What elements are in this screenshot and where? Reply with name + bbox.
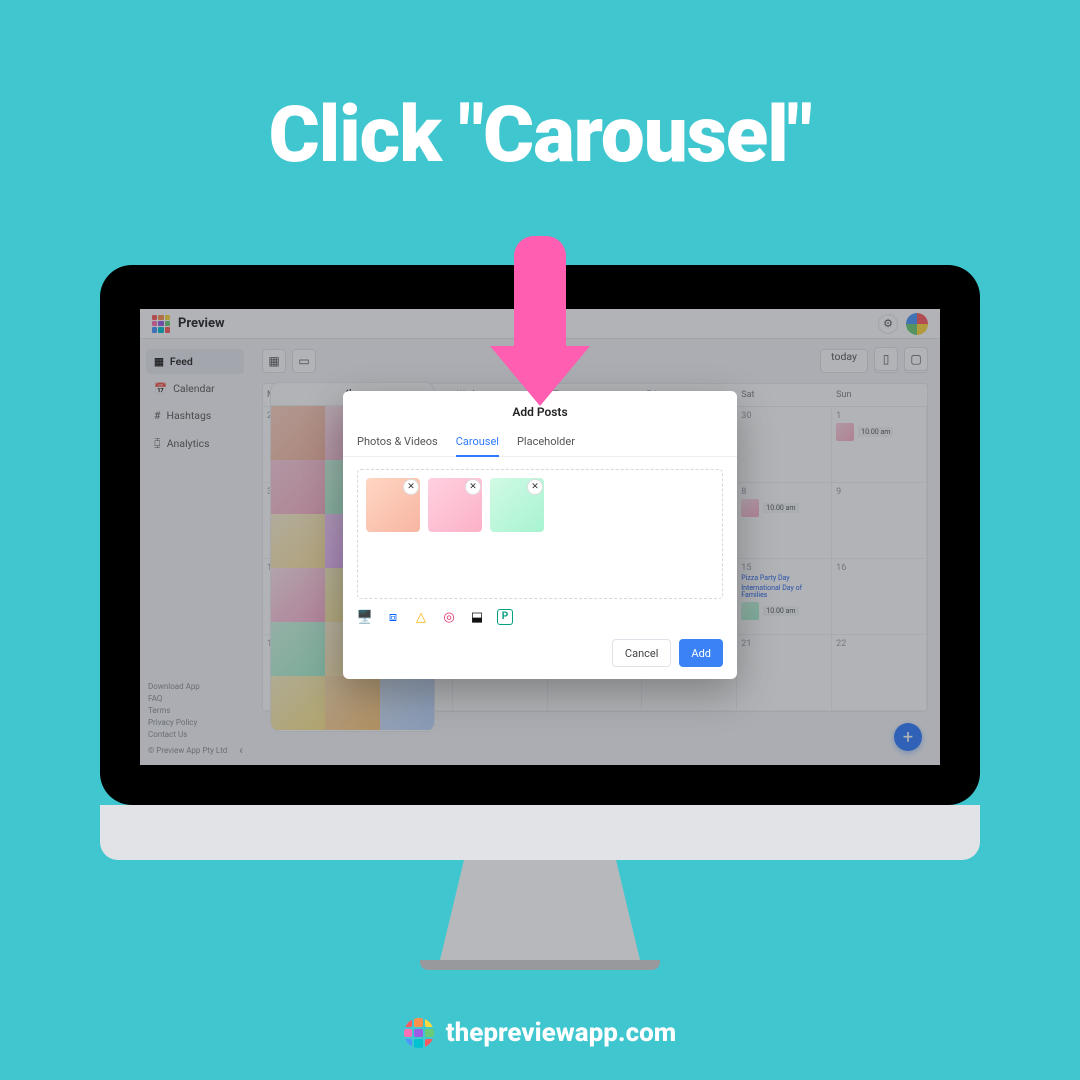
selected-image[interactable]: ✕ xyxy=(428,478,482,532)
view-grid-button[interactable]: ▦ xyxy=(262,349,286,373)
calendar-cell[interactable]: 9 xyxy=(832,483,927,559)
sidebar-footer: Download App FAQ Terms Privacy Policy Co… xyxy=(148,681,227,757)
brand-logo-icon xyxy=(404,1018,434,1048)
phone-icon: ▯ xyxy=(883,352,890,366)
tab-photos-videos[interactable]: Photos & Videos xyxy=(357,429,438,456)
sidebar-item-label: Analytics xyxy=(167,437,210,450)
instagram-icon[interactable]: ◎ xyxy=(441,609,457,625)
collapse-preview-button[interactable]: ‹ xyxy=(232,741,250,759)
event-label: International Day of Families xyxy=(741,585,827,600)
unsplash-icon[interactable]: ⬓ xyxy=(469,609,485,625)
footer-link[interactable]: Contact Us xyxy=(148,729,227,741)
chart-icon: ⧮ xyxy=(154,436,161,450)
tab-carousel[interactable]: Carousel xyxy=(456,429,499,456)
calendar-cell[interactable]: 30 xyxy=(737,407,832,483)
view-calendar-button[interactable]: ▭ xyxy=(292,349,316,373)
time-badge: 10.00 am xyxy=(763,606,798,616)
post-thumb xyxy=(741,499,759,517)
device-phone-button[interactable]: ▯ xyxy=(874,347,898,371)
settings-button[interactable]: ⚙ xyxy=(878,314,898,334)
day-col: Sat xyxy=(737,384,832,406)
modal-actions: Cancel Add xyxy=(343,625,737,667)
device-tablet-button[interactable]: ▢ xyxy=(904,347,928,371)
pexels-icon[interactable]: P xyxy=(497,609,513,625)
calendar-cell[interactable]: 16 xyxy=(832,559,927,635)
calendar-cell[interactable]: 21 xyxy=(737,635,832,711)
sidebar-item-label: Calendar xyxy=(173,382,215,395)
monitor-base xyxy=(420,960,660,970)
add-post-fab[interactable]: + xyxy=(894,723,922,751)
monitor-chin xyxy=(100,805,980,860)
today-button[interactable]: today xyxy=(820,349,868,373)
sidebar-item-label: Hashtags xyxy=(166,409,211,422)
footer-link[interactable]: Download App xyxy=(148,681,227,693)
tablet-icon: ▢ xyxy=(910,352,921,366)
scheduled-post[interactable]: 10.00 am xyxy=(836,423,922,441)
upload-source-row: 🖥️ ⧈ △ ◎ ⬓ P xyxy=(343,609,737,625)
day-number: 9 xyxy=(836,487,922,497)
tab-placeholder[interactable]: Placeholder xyxy=(517,429,575,456)
day-number: 30 xyxy=(741,411,827,421)
add-button[interactable]: Add xyxy=(679,639,723,667)
footer-link[interactable]: FAQ xyxy=(148,693,227,705)
brand-url: thepreviewapp.com xyxy=(446,1018,677,1048)
user-avatar[interactable] xyxy=(906,313,928,335)
footer-link[interactable]: Privacy Policy xyxy=(148,717,227,729)
gear-icon: ⚙ xyxy=(883,317,893,330)
app-title: Preview xyxy=(178,316,225,331)
monitor-stand xyxy=(440,860,640,960)
cancel-button[interactable]: Cancel xyxy=(612,639,671,667)
day-col: Sun xyxy=(832,384,927,406)
time-badge: 10.00 am xyxy=(763,503,798,513)
hash-icon: # xyxy=(154,409,160,422)
sidebar-item-feed[interactable]: ▦ Feed xyxy=(146,349,244,374)
chevron-left-icon: ‹ xyxy=(239,743,243,757)
app-logo-icon xyxy=(152,315,170,333)
google-drive-icon[interactable]: △ xyxy=(413,609,429,625)
footer-brand: thepreviewapp.com xyxy=(0,1018,1080,1048)
sidebar-item-calendar[interactable]: 📅 Calendar xyxy=(146,376,244,401)
modal-tabs: Photos & Videos Carousel Placeholder xyxy=(343,429,737,457)
day-number: 16 xyxy=(836,563,922,573)
selected-image[interactable]: ✕ xyxy=(366,478,420,532)
calendar-cell[interactable]: 15 Pizza Party Day International Day of Fa… xyxy=(737,559,832,635)
instruction-headline: Click "Carousel" xyxy=(0,90,1080,181)
pointer-arrow xyxy=(490,236,590,406)
calendar-cell[interactable]: 1 10.00 am xyxy=(832,407,927,483)
calendar-icon: ▭ xyxy=(298,354,309,368)
plus-icon: + xyxy=(903,727,913,748)
selected-image[interactable]: ✕ xyxy=(490,478,544,532)
sidebar-item-analytics[interactable]: ⧮ Analytics xyxy=(146,430,244,456)
scheduled-post[interactable]: 10.00 am xyxy=(741,499,827,517)
post-thumb xyxy=(741,602,759,620)
time-badge: 10.00 am xyxy=(858,427,893,437)
add-posts-modal: Add Posts Photos & Videos Carousel Place… xyxy=(343,391,737,679)
remove-image-button[interactable]: ✕ xyxy=(466,480,480,494)
media-dropzone[interactable]: ✕ ✕ ✕ xyxy=(357,469,723,599)
dropbox-icon[interactable]: ⧈ xyxy=(385,609,401,625)
day-number: 8 xyxy=(741,487,827,497)
remove-image-button[interactable]: ✕ xyxy=(528,480,542,494)
calendar-icon: 📅 xyxy=(154,382,167,395)
day-number: 22 xyxy=(836,639,922,649)
remove-image-button[interactable]: ✕ xyxy=(404,480,418,494)
grid-icon: ▦ xyxy=(154,355,164,368)
footer-link[interactable]: Terms xyxy=(148,705,227,717)
view-toolbar: ▦ ▭ today ‹ › xyxy=(262,349,928,373)
day-number: 15 xyxy=(741,563,827,573)
desktop-icon[interactable]: 🖥️ xyxy=(357,609,373,625)
copyright: © Preview App Pty Ltd xyxy=(148,745,227,757)
day-number: 21 xyxy=(741,639,827,649)
sidebar-item-label: Feed xyxy=(170,355,193,368)
scheduled-post[interactable]: 10.00 am xyxy=(741,602,827,620)
calendar-cell[interactable]: 22 xyxy=(832,635,927,711)
day-number: 1 xyxy=(836,411,922,421)
sidebar-item-hashtags[interactable]: # Hashtags xyxy=(146,403,244,428)
calendar-cell[interactable]: 8 10.00 am xyxy=(737,483,832,559)
grid-icon: ▦ xyxy=(268,354,279,368)
event-label: Pizza Party Day xyxy=(741,575,827,583)
post-thumb xyxy=(836,423,854,441)
